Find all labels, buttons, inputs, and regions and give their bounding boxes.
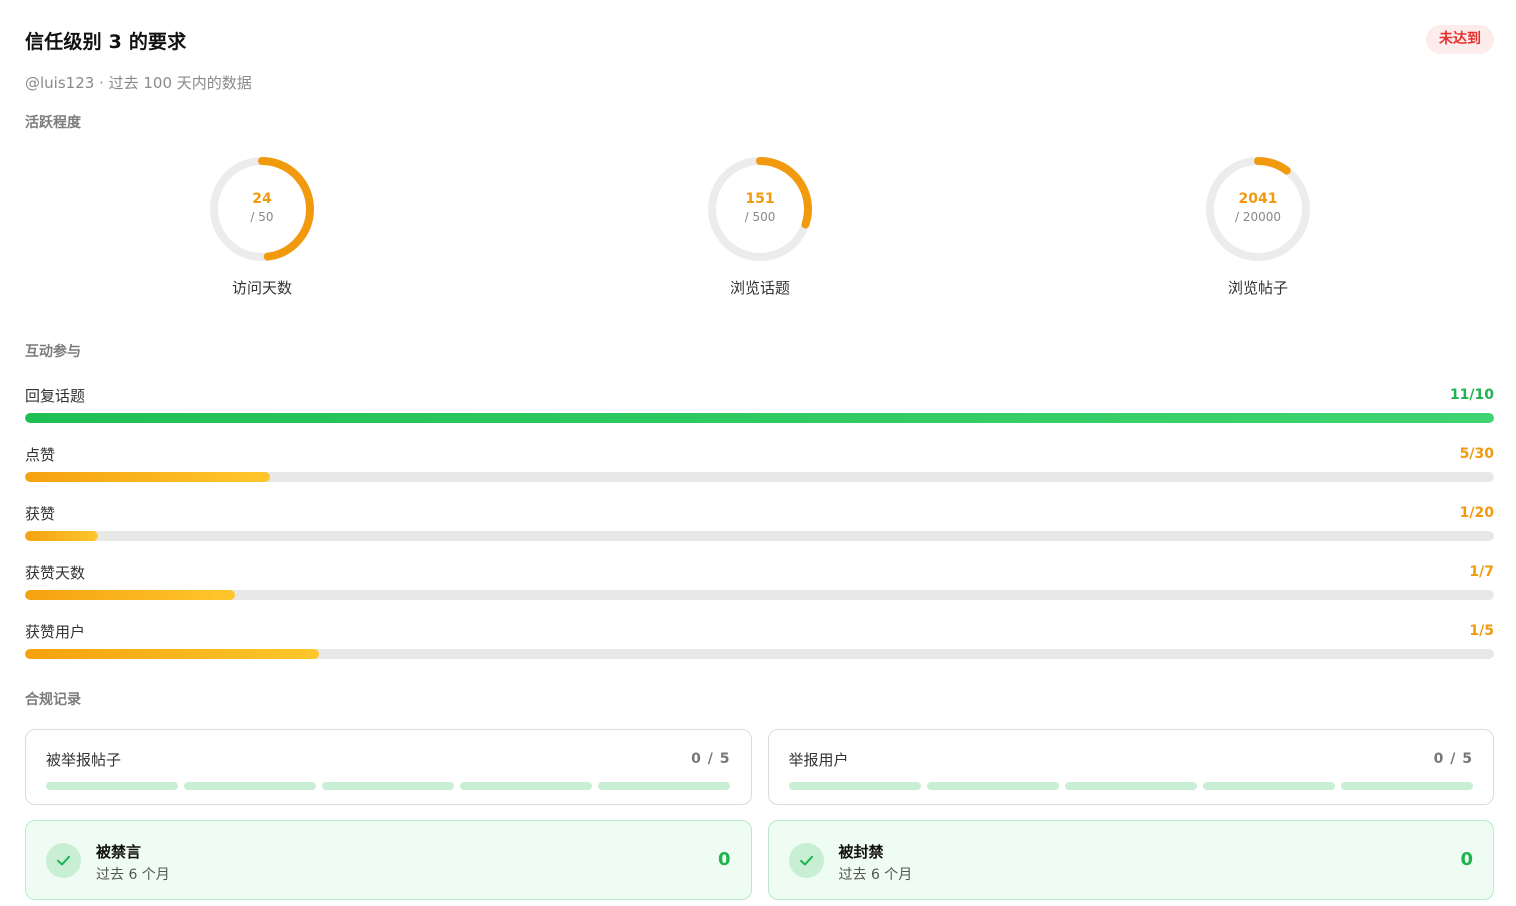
ring-total: / 500: [744, 210, 776, 224]
panel-header: 信任级别 3 的要求 @luis123 · 过去 100 天内的数据 未达到: [25, 0, 1494, 112]
card-label: 举报用户: [788, 751, 849, 769]
card-subtitle: 过去 6 个月: [838, 867, 913, 883]
bar-row-replies: 回复话题 11/10: [25, 385, 1494, 444]
limit-segment: [788, 782, 921, 790]
bar-track: [25, 413, 1494, 423]
bar-label: 获赞用户: [25, 623, 86, 641]
ring-label: 浏览话题: [729, 279, 790, 297]
ring-value: 151: [745, 191, 775, 207]
bar-label: 回复话题: [25, 387, 86, 405]
bar-count: 1/5: [1469, 623, 1494, 639]
ring-posts-viewed: 2041 / 20000 浏览帖子: [1178, 154, 1338, 298]
ring-visit-days: 24 / 50 访问天数: [182, 154, 342, 298]
ring-value: 2041: [1238, 191, 1278, 207]
bar-count: 11/10: [1449, 387, 1494, 403]
limit-segment: [322, 782, 455, 790]
ring-chart: [708, 157, 812, 261]
card-value: 0: [717, 849, 731, 870]
bar-track: [25, 531, 1494, 541]
limit-segment: [184, 782, 317, 790]
limit-segment: [46, 782, 179, 790]
bar-track: [25, 649, 1494, 659]
bar-fill: [25, 531, 99, 541]
card-suspended: 被封禁 过去 6 个月 0: [767, 820, 1494, 900]
card-title: 被禁言: [96, 843, 142, 861]
card-reported-users: 举报用户 0 / 5: [767, 729, 1494, 805]
ring-label: 访问天数: [231, 279, 292, 297]
bar-fill: [25, 472, 270, 482]
page-title: 信任级别 3 的要求: [25, 31, 187, 53]
bar-fill: [25, 649, 319, 659]
card-silenced: 被禁言 过去 6 个月 0: [25, 820, 752, 900]
bar-fill: [25, 413, 1494, 423]
bar-count: 5/30: [1459, 446, 1494, 462]
bar-count: 1/20: [1459, 505, 1494, 521]
status-badge: 未达到: [1426, 25, 1494, 54]
card-title: 被封禁: [838, 843, 884, 861]
section-title-activity: 活跃程度: [25, 115, 81, 131]
card-label: 被举报帖子: [46, 751, 122, 769]
bar-row-likes-given: 点赞 5/30: [25, 444, 1494, 503]
limit-segment: [1340, 782, 1473, 790]
section-title-compliance: 合规记录: [25, 692, 81, 708]
bar-row-liked-days: 获赞天数 1/7: [25, 562, 1494, 621]
ring-label: 浏览帖子: [1227, 279, 1288, 297]
card-reported-posts: 被举报帖子 0 / 5: [25, 729, 752, 805]
ring-chart: [1206, 157, 1310, 261]
ring-topics-viewed: 151 / 500 浏览话题: [680, 154, 840, 298]
card-count: 0 / 5: [691, 751, 731, 767]
limit-segment: [598, 782, 731, 790]
bar-count: 1/7: [1469, 564, 1494, 580]
compliance-cards: 被举报帖子 0 / 5 举报用户 0 / 5 被禁言 过去 6 个月 0 被封禁…: [25, 729, 1494, 900]
bar-track: [25, 472, 1494, 482]
limit-segment: [1202, 782, 1335, 790]
check-icon: [46, 843, 81, 878]
bar-label: 获赞天数: [25, 564, 86, 582]
ring-value: 24: [252, 191, 272, 207]
trust-level-requirements-panel: 信任级别 3 的要求 @luis123 · 过去 100 天内的数据 未达到 活…: [0, 0, 1516, 906]
check-icon: [788, 843, 824, 878]
interaction-bars: 回复话题 11/10 点赞 5/30 获赞 1/20 获赞天数 1/7 获赞用户…: [25, 385, 1494, 680]
card-value: 0: [1460, 849, 1473, 870]
bar-label: 获赞: [25, 505, 56, 523]
ring-chart: [210, 157, 314, 261]
page-subtitle: @luis123 · 过去 100 天内的数据: [25, 74, 252, 92]
limit-segment: [926, 782, 1059, 790]
bar-row-liked-users: 获赞用户 1/5: [25, 621, 1494, 680]
ring-total: / 20000: [1234, 210, 1282, 224]
limit-segments: [46, 782, 731, 790]
ring-track: [1206, 157, 1310, 261]
limit-segment: [460, 782, 593, 790]
limit-segment: [1064, 782, 1197, 790]
limit-segments: [788, 782, 1474, 790]
bar-label: 点赞: [25, 446, 56, 464]
bar-row-likes-received: 获赞 1/20: [25, 503, 1494, 562]
card-count: 0 / 5: [1433, 751, 1473, 767]
section-title-interaction: 互动参与: [25, 344, 81, 360]
ring-total: / 50: [250, 210, 274, 224]
bar-track: [25, 590, 1494, 600]
card-subtitle: 过去 6 个月: [96, 867, 170, 883]
activity-rings: 24 / 50 访问天数 151 / 500 浏览话题 2041 / 20000…: [25, 154, 1494, 314]
bar-fill: [25, 590, 235, 600]
